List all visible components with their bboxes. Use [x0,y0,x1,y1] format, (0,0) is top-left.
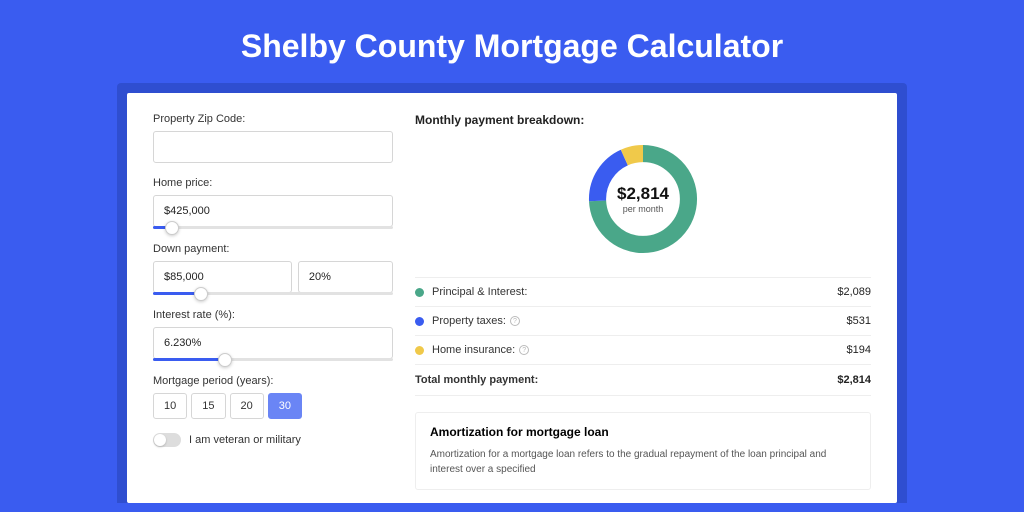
breakdown-title: Monthly payment breakdown: [415,113,871,127]
breakdown-value-taxes: $531 [847,315,871,327]
interest-rate-label: Interest rate (%): [153,309,393,321]
amortization-text: Amortization for a mortgage loan refers … [430,447,856,477]
zip-field-group: Property Zip Code: [153,113,393,163]
home-price-input[interactable] [153,195,393,227]
breakdown-row-total: Total monthly payment: $2,814 [415,364,871,396]
home-price-slider-thumb[interactable] [165,221,179,235]
down-payment-slider[interactable] [153,292,393,295]
donut-chart-wrap: $2,814 per month [415,139,871,259]
inputs-column: Property Zip Code: Home price: Down paym… [153,113,393,483]
down-payment-field-group: Down payment: [153,243,393,295]
down-payment-label: Down payment: [153,243,393,255]
veteran-toggle-row: I am veteran or military [153,433,393,447]
breakdown-label-insurance: Home insurance: ? [432,344,847,356]
calculator-card-outer: Property Zip Code: Home price: Down paym… [117,83,907,503]
zip-input[interactable] [153,131,393,163]
donut-chart: $2,814 per month [583,139,703,259]
breakdown-label-taxes: Property taxes: ? [432,315,847,327]
interest-rate-slider[interactable] [153,358,393,361]
legend-dot-principal [415,288,424,297]
breakdown-label-principal: Principal & Interest: [432,286,837,298]
breakdown-row-principal: Principal & Interest: $2,089 [415,277,871,306]
home-price-field-group: Home price: [153,177,393,229]
interest-rate-slider-thumb[interactable] [218,353,232,367]
breakdown-total-label: Total monthly payment: [415,374,837,386]
breakdown-column: Monthly payment breakdown: $2,814 per mo… [415,113,871,483]
home-price-slider[interactable] [153,226,393,229]
calculator-card: Property Zip Code: Home price: Down paym… [127,93,897,503]
legend-dot-insurance [415,346,424,355]
veteran-toggle-label: I am veteran or military [189,434,301,446]
donut-center-amount: $2,814 [617,184,669,204]
down-payment-percent-input[interactable] [298,261,393,293]
info-icon[interactable]: ? [519,345,529,355]
breakdown-row-taxes: Property taxes: ? $531 [415,306,871,335]
interest-rate-field-group: Interest rate (%): [153,309,393,361]
amortization-title: Amortization for mortgage loan [430,425,856,439]
interest-rate-input[interactable] [153,327,393,359]
period-option-15[interactable]: 15 [191,393,225,419]
mortgage-period-label: Mortgage period (years): [153,375,393,387]
period-option-30[interactable]: 30 [268,393,302,419]
legend-dot-taxes [415,317,424,326]
amortization-box: Amortization for mortgage loan Amortizat… [415,412,871,490]
breakdown-total-value: $2,814 [837,374,871,386]
zip-label: Property Zip Code: [153,113,393,125]
breakdown-row-insurance: Home insurance: ? $194 [415,335,871,364]
info-icon[interactable]: ? [510,316,520,326]
donut-center: $2,814 per month [583,139,703,259]
mortgage-period-options: 10 15 20 30 [153,393,393,419]
home-price-label: Home price: [153,177,393,189]
page-title: Shelby County Mortgage Calculator [0,0,1024,83]
down-payment-slider-thumb[interactable] [194,287,208,301]
breakdown-value-insurance: $194 [847,344,871,356]
veteran-toggle[interactable] [153,433,181,447]
mortgage-period-field-group: Mortgage period (years): 10 15 20 30 [153,375,393,419]
period-option-10[interactable]: 10 [153,393,187,419]
period-option-20[interactable]: 20 [230,393,264,419]
down-payment-amount-input[interactable] [153,261,292,293]
breakdown-value-principal: $2,089 [837,286,871,298]
donut-center-sub: per month [623,204,664,214]
